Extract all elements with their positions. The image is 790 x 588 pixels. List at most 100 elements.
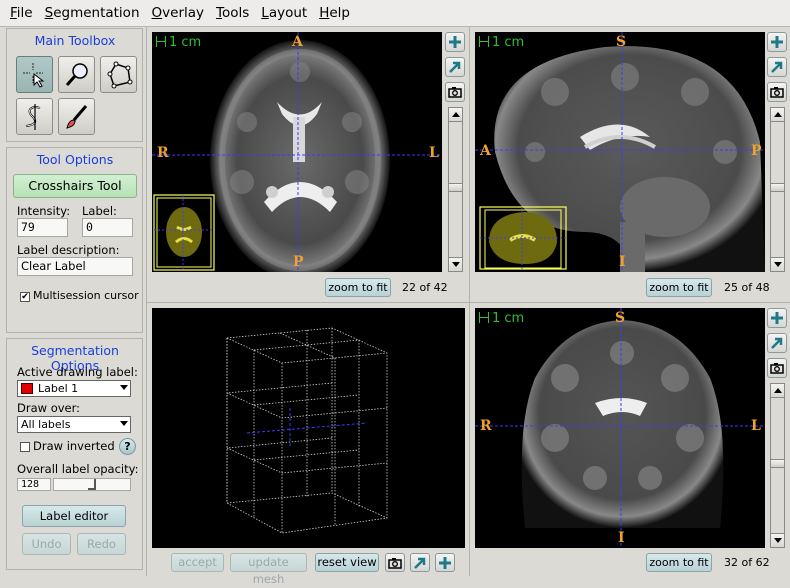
- sagittal-label-right: P: [751, 143, 762, 159]
- sagittal-zoom-to-fit-button[interactable]: zoom to fit: [646, 278, 712, 297]
- axial-label-bottom: P: [293, 254, 304, 270]
- sagittal-scale-bar: 1 cm: [479, 35, 524, 50]
- axial-label-left: R: [157, 145, 169, 161]
- coronal-slice-scrollbar[interactable]: [770, 383, 785, 548]
- tool-options-panel: Tool Options Crosshairs Tool Intensity: …: [6, 147, 143, 333]
- sidebar: Main Toolbox Tool Options Crosshairs Too…: [4, 27, 145, 574]
- arrow-popout-icon: [414, 557, 426, 569]
- sagittal-screenshot-button[interactable]: [767, 82, 787, 102]
- segmentation-options-panel: Segmentation Options Active drawing labe…: [6, 338, 143, 570]
- menu-layout[interactable]: Layout: [255, 5, 313, 21]
- scroll-up-icon: [774, 112, 782, 117]
- zoom-tool-button[interactable]: [58, 56, 95, 93]
- coronal-label-right: L: [751, 418, 761, 434]
- active-label-dropdown[interactable]: Label 1: [17, 380, 131, 397]
- opacity-value[interactable]: 128: [17, 478, 51, 491]
- label-label: Label:: [82, 204, 117, 218]
- coronal-label-top: S: [615, 310, 626, 326]
- coronal-zoom-to-fit-button[interactable]: zoom to fit: [646, 553, 712, 572]
- axial-slice-counter: 22 of 42: [402, 281, 448, 294]
- sagittal-scroll-thumb[interactable]: [771, 183, 784, 192]
- sagittal-expand-button[interactable]: [767, 32, 787, 52]
- axial-screenshot-button[interactable]: [445, 82, 465, 102]
- paintbrush-tool-button[interactable]: [58, 98, 95, 135]
- axial-scroll-thumb[interactable]: [449, 183, 462, 192]
- label-description-field[interactable]: Clear Label: [17, 257, 133, 276]
- camera-icon: [388, 557, 402, 569]
- 3d-reset-view-button[interactable]: reset view: [315, 553, 379, 572]
- sagittal-label-bottom: I: [619, 254, 626, 270]
- label-editor-button[interactable]: Label editor: [22, 505, 126, 527]
- active-label-caption: Active drawing label:: [17, 365, 138, 379]
- menu-segmentation[interactable]: Segmentation: [39, 5, 146, 21]
- menu-help[interactable]: Help: [313, 5, 356, 21]
- scroll-down-icon: [774, 262, 782, 267]
- 3d-popout-button[interactable]: [410, 553, 430, 572]
- 3d-accept-button[interactable]: accept: [171, 553, 224, 572]
- sagittal-slice-scrollbar[interactable]: [770, 107, 785, 272]
- 3d-update-mesh-button[interactable]: update mesh: [230, 553, 307, 586]
- sagittal-label-left: A: [480, 143, 491, 159]
- chevron-down-icon: [120, 385, 128, 390]
- chevron-down-icon: [120, 421, 128, 426]
- help-icon[interactable]: ?: [119, 438, 136, 455]
- 3d-render-view[interactable]: [152, 308, 465, 548]
- plus-icon: [439, 556, 451, 569]
- 3d-bounding-box-wireframe: [226, 327, 388, 534]
- sagittal-slice-counter: 25 of 48: [724, 281, 770, 294]
- sagittal-label-top: S: [616, 34, 627, 50]
- plus-icon: [771, 312, 783, 324]
- axial-expand-button[interactable]: [445, 32, 465, 52]
- coronal-view[interactable]: 1 cm S I R L: [475, 308, 765, 548]
- view-divider-vertical: [469, 27, 470, 576]
- main-toolbox-panel: Main Toolbox: [6, 28, 143, 142]
- sagittal-popout-button[interactable]: [767, 57, 787, 77]
- snake-tool-button[interactable]: [16, 98, 53, 135]
- axial-label-right: L: [429, 145, 439, 161]
- intensity-field[interactable]: 79: [17, 218, 68, 237]
- draw-inverted-checkbox[interactable]: [20, 442, 30, 452]
- menu-tools[interactable]: Tools: [210, 5, 255, 21]
- axial-popout-button[interactable]: [445, 57, 465, 77]
- opacity-slider-handle[interactable]: [88, 479, 96, 490]
- crosshairs-tool-button[interactable]: [16, 56, 53, 93]
- polygon-tool-button[interactable]: [100, 56, 137, 93]
- coronal-label-left: R: [480, 418, 492, 434]
- label-color-swatch: [21, 383, 33, 394]
- draw-over-dropdown[interactable]: All labels: [17, 416, 131, 433]
- draw-over-caption: Draw over:: [17, 401, 81, 415]
- redo-button[interactable]: Redo: [77, 533, 126, 555]
- sagittal-view[interactable]: 1 cm S I A P: [475, 32, 765, 272]
- axial-view[interactable]: 1 cm A P R L: [152, 32, 442, 272]
- label-field[interactable]: 0: [82, 218, 133, 237]
- coronal-screenshot-button[interactable]: [767, 358, 787, 378]
- camera-icon: [770, 363, 784, 374]
- menu-bar: File Segmentation Overlay Tools Layout H…: [0, 0, 790, 27]
- coronal-popout-button[interactable]: [767, 333, 787, 353]
- coronal-slice-image: [475, 308, 765, 548]
- scroll-down-icon: [774, 538, 782, 543]
- coronal-slice-counter: 32 of 62: [724, 556, 770, 569]
- axial-slice-image: [152, 32, 442, 272]
- camera-icon: [448, 87, 462, 98]
- tool-options-title: Tool Options: [36, 152, 114, 167]
- menu-file[interactable]: File: [4, 5, 39, 21]
- 3d-expand-button[interactable]: [435, 553, 455, 572]
- active-label-value: Label 1: [38, 382, 79, 395]
- draw-inverted-label: Draw inverted: [33, 439, 115, 453]
- coronal-scale-bar: 1 cm: [479, 311, 524, 326]
- undo-button[interactable]: Undo: [22, 533, 71, 555]
- axial-zoom-to-fit-button[interactable]: zoom to fit: [325, 278, 391, 297]
- multisession-label: Multisession cursor: [33, 289, 139, 302]
- 3d-screenshot-button[interactable]: [385, 553, 405, 572]
- magnifier-icon: [65, 62, 88, 86]
- multisession-checkbox[interactable]: ✔: [20, 292, 30, 302]
- axial-slice-scrollbar[interactable]: [448, 107, 463, 272]
- opacity-slider[interactable]: [53, 478, 131, 491]
- axial-label-top: A: [292, 34, 303, 50]
- menu-overlay[interactable]: Overlay: [146, 5, 211, 21]
- current-tool-button[interactable]: Crosshairs Tool: [13, 174, 137, 198]
- coronal-expand-button[interactable]: [767, 308, 787, 328]
- label-description-caption: Label description:: [17, 243, 120, 257]
- coronal-scroll-thumb[interactable]: [771, 459, 784, 468]
